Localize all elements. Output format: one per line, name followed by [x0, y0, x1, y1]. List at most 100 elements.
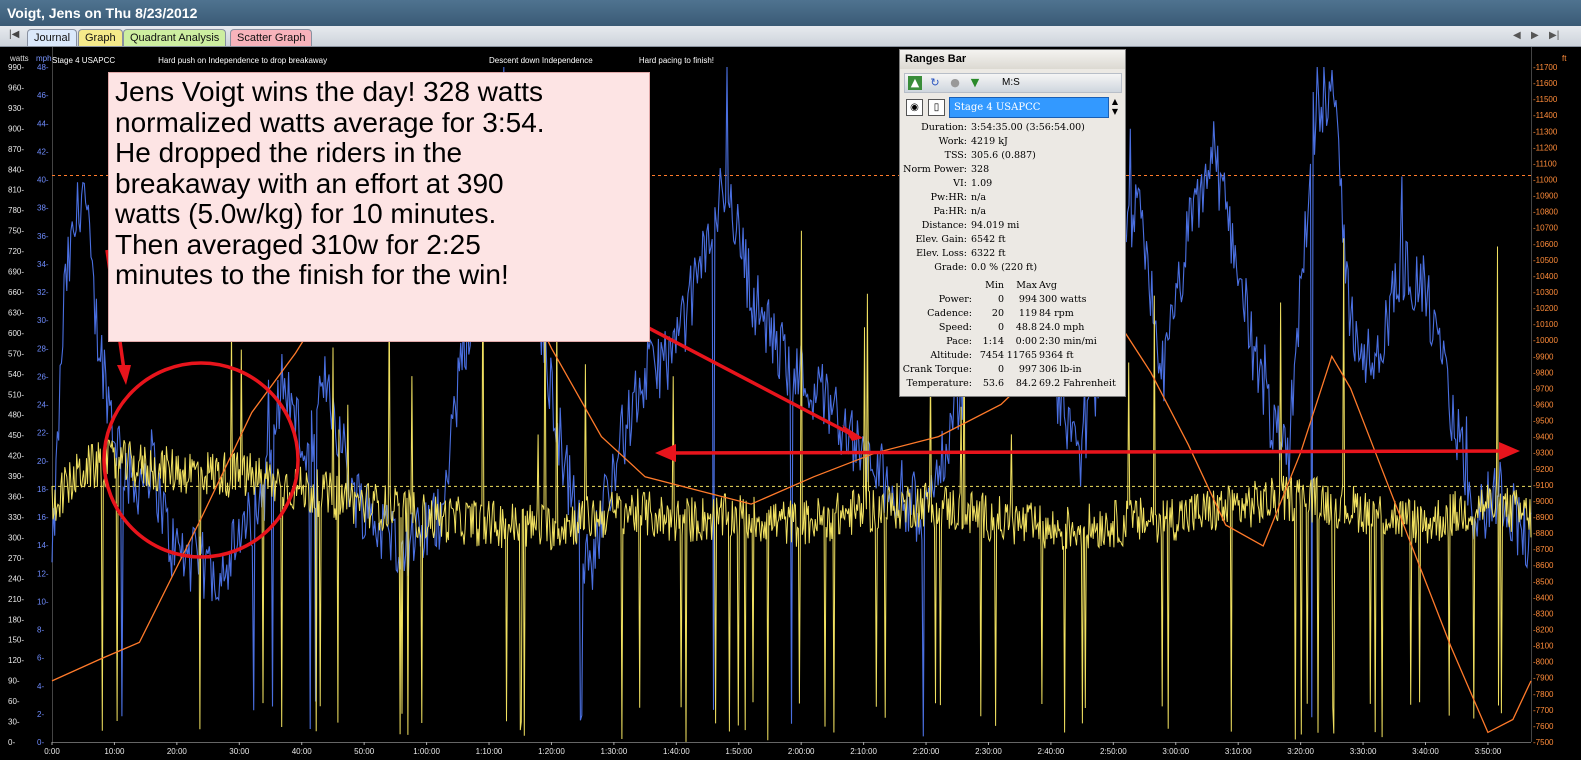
cell-avg: 69.2 Fahrenheit — [1039, 378, 1116, 389]
altitude-tick-label: -8400 — [1533, 593, 1554, 602]
last-tab-icon[interactable]: ▶| — [1549, 30, 1559, 41]
altitude-tick-label: -11200 — [1533, 143, 1558, 152]
power-tick-label: 450- — [8, 431, 24, 440]
time-tick-label: 40:00 — [292, 747, 313, 756]
stop-icon[interactable]: ● — [948, 76, 962, 90]
altitude-tick-label: -9100 — [1533, 481, 1554, 490]
stat-value: 0.0 % (220 ft) — [971, 262, 1038, 273]
power-tick-label: 150- — [8, 636, 24, 645]
power-tick-label: 0- — [8, 738, 15, 747]
time-tick-label: 2:40:00 — [1038, 747, 1065, 756]
speed-tick-label: 46- — [37, 91, 49, 100]
speed-tick-label: 28- — [37, 344, 49, 353]
power-tick-label: 210- — [8, 595, 24, 604]
stat-label: Grade: — [934, 262, 967, 273]
power-tick-label: 660- — [8, 288, 24, 297]
time-tick-label: 1:00:00 — [413, 747, 440, 756]
chart-icon[interactable]: ▲ — [908, 76, 922, 90]
power-tick-label: 570- — [8, 349, 24, 358]
power-tick-label: 810- — [8, 186, 24, 195]
altitude-tick-label: -8100 — [1533, 642, 1554, 651]
cell-avg: 9364 ft — [1039, 350, 1074, 361]
refresh-icon[interactable]: ↻ — [928, 76, 942, 90]
time-tick-label: 3:00:00 — [1162, 747, 1189, 756]
stat-value: 6322 ft — [971, 248, 1006, 259]
time-tick-label: 2:50:00 — [1100, 747, 1127, 756]
tab-journal[interactable]: Journal — [27, 29, 78, 46]
ranges-toolbar: ▲ ↻ ● ▼ M:S — [904, 73, 1122, 93]
speed-tick-label: 2- — [37, 710, 44, 719]
range-label: Hard push on Independence to drop breaka… — [158, 56, 327, 65]
speed-tick-label: 14- — [37, 541, 49, 550]
altitude-tick-label: -9200 — [1533, 465, 1554, 474]
speed-tick-label: 40- — [37, 176, 49, 185]
unit-label-watts: watts — [9, 54, 29, 63]
time-tick-label: 2:30:00 — [975, 747, 1002, 756]
altitude-tick-label: -7800 — [1533, 690, 1554, 699]
altitude-tick-label: -10100 — [1533, 320, 1558, 329]
stat-label: Distance: — [921, 220, 967, 231]
stat-row: Work: 4219 kJ — [900, 135, 1127, 149]
annotation-callout: Jens Voigt wins the day! 328 watts norma… — [108, 72, 650, 342]
stat-label: Elev. Gain: — [915, 234, 968, 245]
stat-value: 1.09 — [971, 178, 993, 189]
altitude-tick-label: -10400 — [1533, 272, 1558, 281]
range-name[interactable]: Stage 4 USAPCC — [949, 97, 1109, 118]
mode-label[interactable]: M:S — [1002, 77, 1020, 88]
stat-label: Duration: — [921, 122, 967, 133]
time-tick-label: 1:10:00 — [476, 747, 503, 756]
stat-label: Elev. Loss: — [916, 248, 967, 259]
altitude-tick-label: -10600 — [1533, 240, 1558, 249]
finish-span-line — [667, 449, 1509, 455]
lock-icon[interactable]: ▯ — [928, 99, 945, 116]
cell-label: Pace: — [946, 336, 972, 347]
spin-arrows-icon[interactable]: ▲ ▼ — [1110, 97, 1120, 117]
power-tick-label: 990- — [8, 63, 24, 72]
speed-tick-label: 10- — [37, 597, 49, 606]
cell-min: 0 — [997, 294, 1004, 305]
time-tick-label: 2:20:00 — [913, 747, 940, 756]
prev-tab-icon[interactable]: ◀ — [1513, 30, 1521, 41]
tab-bar: |◀ Journal Graph Quadrant Analysis Scatt… — [0, 26, 1581, 47]
power-tick-label: 330- — [8, 513, 24, 522]
power-tick-label: 90- — [8, 677, 20, 686]
bottom-axis-line — [52, 742, 1531, 743]
stat-row: VI: 1.09 — [900, 177, 1127, 191]
stat-value: 3:54:35.00 (3:56:54.00) — [971, 122, 1085, 133]
altitude-tick-label: -11000 — [1533, 176, 1558, 185]
range-label: Descent down Independence — [489, 56, 593, 65]
speed-tick-label: 12- — [37, 569, 49, 578]
altitude-tick-label: -9600 — [1533, 401, 1554, 410]
next-tab-icon[interactable]: ▶ — [1531, 30, 1539, 41]
time-tick-label: 2:10:00 — [850, 747, 877, 756]
speed-tick-label: 16- — [37, 513, 49, 522]
left-axis-line — [52, 47, 53, 742]
tab-scatter-graph[interactable]: Scatter Graph — [230, 29, 313, 46]
stat-table-row: Crank Torque: 0 997 306 lb-in — [900, 363, 1127, 377]
cell-min: 7454 — [979, 350, 1004, 361]
cell-max: 119 — [1018, 308, 1037, 319]
altitude-tick-label: -9300 — [1533, 449, 1554, 458]
altitude-tick-label: -8200 — [1533, 626, 1554, 635]
peak-icon[interactable]: ▼ — [968, 76, 982, 90]
stat-table-row: Temperature: 53.6 84.2 69.2 Fahrenheit — [900, 377, 1127, 391]
cell-max: 48.8 — [1015, 322, 1037, 333]
speed-tick-label: 6- — [37, 654, 44, 663]
tab-quadrant-analysis[interactable]: Quadrant Analysis — [123, 29, 227, 46]
first-tab-icon[interactable]: |◀ — [9, 29, 19, 40]
power-tick-label: 420- — [8, 452, 24, 461]
power-tick-label: 900- — [8, 124, 24, 133]
eye-icon[interactable]: ◉ — [906, 99, 923, 116]
power-tick-label: 960- — [8, 83, 24, 92]
stat-table-header: Min Max Avg — [900, 279, 1127, 293]
time-tick-label: 3:20:00 — [1287, 747, 1314, 756]
cell-max: 0:00 — [1015, 336, 1037, 347]
power-tick-label: 750- — [8, 227, 24, 236]
speed-tick-label: 26- — [37, 372, 49, 381]
altitude-tick-label: -11700 — [1533, 63, 1558, 72]
right-axis-line — [1531, 47, 1532, 742]
time-tick-label: 20:00 — [167, 747, 188, 756]
altitude-tick-label: -10300 — [1533, 288, 1558, 297]
time-tick-label: 10:00 — [104, 747, 125, 756]
tab-graph[interactable]: Graph — [78, 29, 123, 46]
